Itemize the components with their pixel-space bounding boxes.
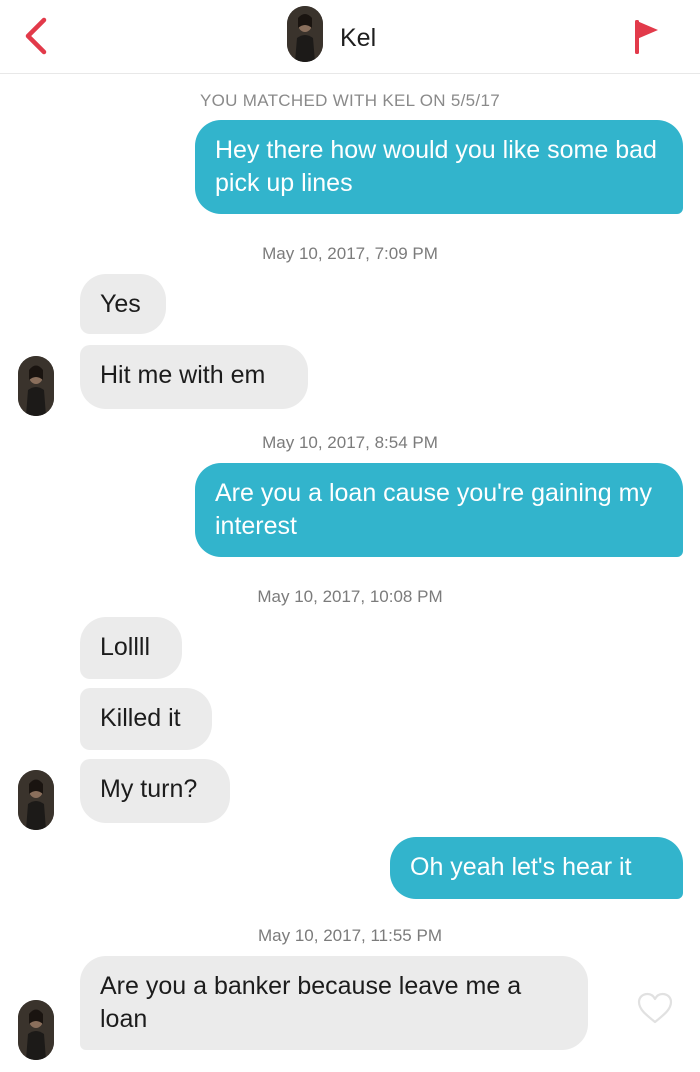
timestamp: May 10, 2017, 10:08 PM [257,587,443,606]
incoming-message[interactable]: Are you a banker because leave me a loan [80,956,588,1050]
flag-icon [635,20,658,54]
incoming-message[interactable]: My turn? [80,759,230,823]
back-button[interactable] [14,14,58,58]
timestamp: May 10, 2017, 7:09 PM [262,244,438,263]
timestamp: May 10, 2017, 11:55 PM [258,926,442,945]
outgoing-message[interactable]: Hey there how would you like some bad pi… [195,120,683,214]
like-message-button[interactable] [635,990,675,1026]
incoming-message[interactable]: Hit me with em [80,345,308,409]
contact-avatar[interactable] [18,1000,54,1060]
incoming-message[interactable]: Killed it [80,688,212,750]
timestamp: May 10, 2017, 8:54 PM [262,433,438,452]
outgoing-message[interactable]: Oh yeah let's hear it [390,837,683,899]
heart-outline-icon [637,992,673,1024]
chevron-left-icon [25,17,47,55]
contact-name[interactable]: Kel [340,24,376,52]
chat-screen: Kel YOU MATCHED WITH KEL ON 5/5/17 Hey t… [0,0,700,1072]
contact-avatar[interactable] [18,356,54,416]
contact-avatar[interactable] [18,770,54,830]
chat-header: Kel [0,0,700,74]
incoming-message[interactable]: Yes [80,274,166,334]
incoming-message[interactable]: Lollll [80,617,182,679]
match-notice: YOU MATCHED WITH KEL ON 5/5/17 [200,91,500,110]
contact-avatar[interactable] [287,6,323,62]
report-button[interactable] [621,12,671,62]
outgoing-message[interactable]: Are you a loan cause you're gaining my i… [195,463,683,557]
